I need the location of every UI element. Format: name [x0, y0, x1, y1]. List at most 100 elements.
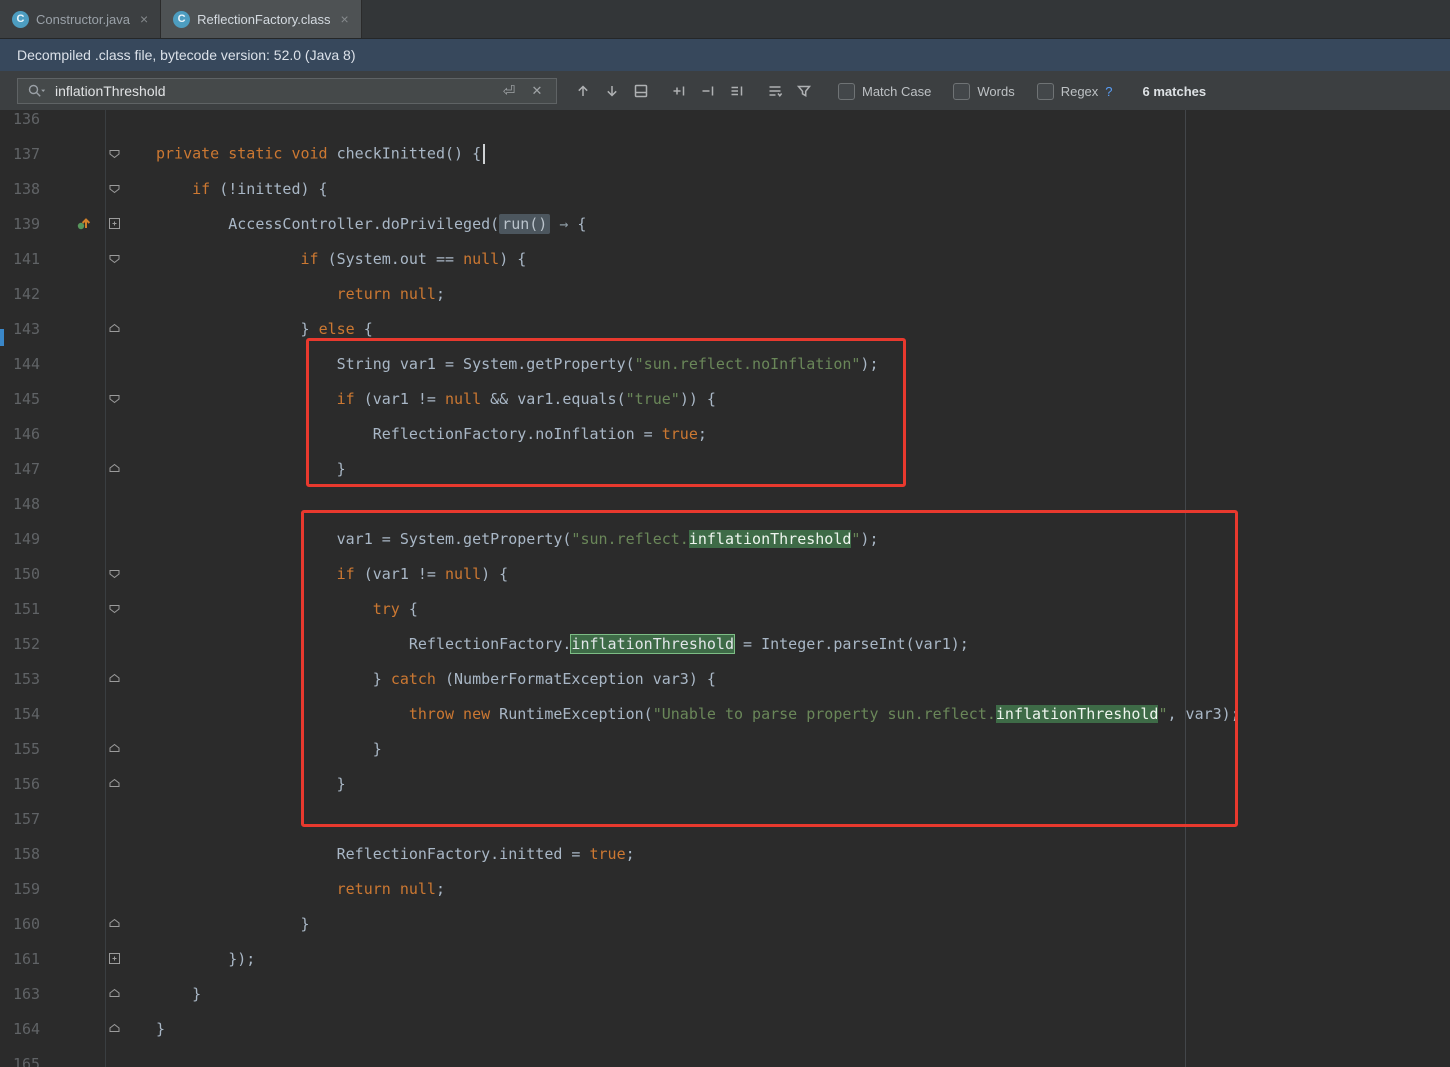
fold-down-icon[interactable] [105, 591, 127, 626]
line-number[interactable]: 141 [0, 250, 61, 268]
line-number[interactable]: 138 [0, 180, 61, 198]
line-number[interactable]: 153 [0, 670, 61, 688]
code-text[interactable]: if (!initted) { [127, 180, 328, 198]
editor-tab[interactable]: CConstructor.java× [0, 0, 161, 38]
find-option-words[interactable]: Words [953, 83, 1014, 100]
line-number[interactable]: 145 [0, 390, 61, 408]
line-number[interactable]: 139 [0, 215, 61, 233]
newline-icon[interactable]: ⏎ [497, 79, 521, 103]
code-line: 137 private static void checkInitted() { [0, 136, 1450, 171]
tab-close-icon[interactable]: × [341, 12, 349, 26]
code-text[interactable]: }); [127, 950, 255, 968]
line-number[interactable]: 137 [0, 145, 61, 163]
option-label: Words [977, 84, 1014, 99]
find-bar: inflationThreshold ⏎✕ Match Case Words Reg… [0, 71, 1450, 112]
code-token: } [156, 1020, 165, 1038]
line-number[interactable]: 156 [0, 775, 61, 793]
fold-up-icon[interactable] [105, 731, 127, 766]
fold-up-icon[interactable] [105, 906, 127, 941]
line-number[interactable]: 149 [0, 530, 61, 548]
line-number[interactable]: 148 [0, 495, 61, 513]
checkbox-icon[interactable] [1037, 83, 1054, 100]
line-number[interactable]: 146 [0, 425, 61, 443]
fold-down-icon[interactable] [105, 241, 127, 276]
line-number[interactable]: 151 [0, 600, 61, 618]
code-token [156, 180, 192, 198]
tab-close-icon[interactable]: × [140, 12, 148, 26]
editor-tab[interactable]: CReflectionFactory.class× [161, 0, 362, 38]
code-token: } [156, 985, 201, 1003]
fold-up-icon[interactable] [105, 451, 127, 486]
search-input[interactable]: inflationThreshold ⏎✕ [17, 78, 557, 104]
search-query-text[interactable]: inflationThreshold [55, 83, 491, 99]
code-line: 165 [0, 1046, 1450, 1067]
line-number[interactable]: 155 [0, 740, 61, 758]
code-editor[interactable]: 136 137 private static void checkInitted()… [0, 110, 1450, 1067]
line-number[interactable]: 161 [0, 950, 61, 968]
method-marker-icon[interactable] [61, 215, 105, 232]
checkbox-icon[interactable] [953, 83, 970, 100]
filter-results-icon[interactable] [792, 79, 816, 103]
fold-down-icon[interactable] [105, 556, 127, 591]
remove-occurrence-icon[interactable] [696, 79, 720, 103]
line-number[interactable]: 159 [0, 880, 61, 898]
clear-icon[interactable]: ✕ [525, 79, 549, 103]
code-text[interactable]: private static void checkInitted() { [127, 144, 485, 164]
line-number[interactable]: 158 [0, 845, 61, 863]
code-text[interactable]: ReflectionFactory.initted = true; [127, 845, 635, 863]
line-number[interactable]: 152 [0, 635, 61, 653]
multiline-toggle-icon[interactable] [763, 79, 787, 103]
code-text[interactable]: } [127, 915, 310, 933]
select-all-occurrences-icon[interactable] [725, 79, 749, 103]
fold-up-icon[interactable] [105, 1011, 127, 1046]
fold-up-icon[interactable] [105, 976, 127, 1011]
code-token: AccessController.doPrivileged( [156, 215, 499, 233]
code-text[interactable]: AccessController.doPrivileged(run() → { [127, 215, 586, 233]
add-occurrence-icon[interactable] [667, 79, 691, 103]
code-text[interactable]: } else { [127, 320, 373, 338]
find-option-match-case[interactable]: Match Case [838, 83, 931, 100]
line-number[interactable]: 164 [0, 1020, 61, 1038]
code-token [156, 285, 337, 303]
code-token: return null [337, 285, 436, 303]
option-label: Match Case [862, 84, 931, 99]
line-number[interactable]: 157 [0, 810, 61, 828]
fold-down-icon[interactable] [105, 381, 127, 416]
line-number[interactable]: 150 [0, 565, 61, 583]
code-text[interactable]: } [127, 985, 201, 1003]
regex-help-link[interactable]: ? [1105, 84, 1112, 99]
next-match-icon[interactable] [600, 79, 624, 103]
line-number[interactable]: 163 [0, 985, 61, 1003]
fold-down-icon[interactable] [105, 136, 127, 171]
fold-down-icon[interactable] [105, 171, 127, 206]
code-token: ; [626, 845, 635, 863]
find-option-regex[interactable]: Regex [1037, 83, 1099, 100]
fold-up-icon[interactable] [105, 766, 127, 801]
code-token: if [192, 180, 210, 198]
line-number[interactable]: 165 [0, 1055, 61, 1067]
line-number[interactable]: 147 [0, 460, 61, 478]
fold-plus-icon[interactable] [105, 206, 127, 241]
line-number[interactable]: 154 [0, 705, 61, 723]
code-text[interactable]: return null; [127, 880, 445, 898]
code-text[interactable]: return null; [127, 285, 445, 303]
line-number[interactable]: 142 [0, 285, 61, 303]
fold-space [105, 801, 127, 836]
code-text[interactable]: } [127, 1020, 165, 1038]
code-token: ; [436, 880, 445, 898]
line-number[interactable]: 144 [0, 355, 61, 373]
decompile-banner: Decompiled .class file, bytecode version… [0, 39, 1450, 71]
fold-up-icon[interactable] [105, 661, 127, 696]
code-text[interactable]: if (System.out == null) { [127, 250, 526, 268]
open-results-icon[interactable] [629, 79, 653, 103]
search-icon[interactable] [25, 79, 49, 103]
line-number[interactable]: 160 [0, 915, 61, 933]
line-number[interactable]: 143 [0, 320, 61, 338]
fold-space [105, 626, 127, 661]
code-token [156, 250, 301, 268]
line-number[interactable]: 136 [0, 110, 61, 128]
fold-up-icon[interactable] [105, 311, 127, 346]
checkbox-icon[interactable] [838, 83, 855, 100]
fold-plus-icon[interactable] [105, 941, 127, 976]
prev-match-icon[interactable] [571, 79, 595, 103]
